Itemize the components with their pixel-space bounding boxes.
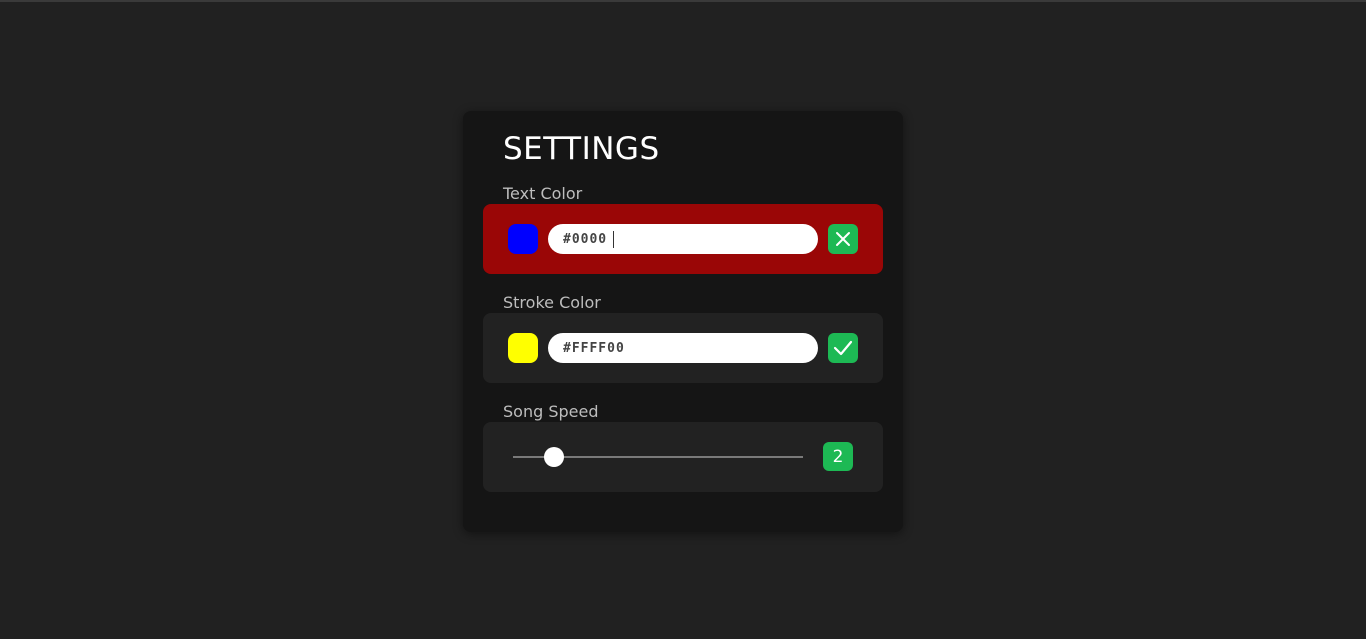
page-title: SETTINGS bbox=[503, 131, 660, 167]
text-color-clear-button[interactable] bbox=[828, 224, 858, 254]
speed-value-badge: 2 bbox=[823, 442, 853, 471]
text-color-input[interactable] bbox=[548, 224, 818, 254]
song-speed-label: Song Speed bbox=[503, 402, 599, 421]
close-icon bbox=[836, 232, 850, 246]
settings-panel: SETTINGS Text Color Stroke Color Song Sp… bbox=[463, 111, 903, 532]
stroke-color-label: Stroke Color bbox=[503, 293, 601, 312]
stroke-color-row bbox=[483, 313, 883, 383]
text-color-label: Text Color bbox=[503, 184, 583, 203]
stroke-color-confirm-button[interactable] bbox=[828, 333, 858, 363]
check-icon bbox=[833, 340, 853, 356]
text-cursor bbox=[613, 231, 614, 248]
text-color-row bbox=[483, 204, 883, 274]
song-speed-row: 2 bbox=[483, 422, 883, 492]
window-top-border bbox=[0, 0, 1366, 2]
stroke-color-swatch[interactable] bbox=[508, 333, 538, 363]
text-color-swatch[interactable] bbox=[508, 224, 538, 254]
speed-slider-thumb[interactable] bbox=[543, 447, 564, 467]
stroke-color-input[interactable] bbox=[548, 333, 818, 363]
